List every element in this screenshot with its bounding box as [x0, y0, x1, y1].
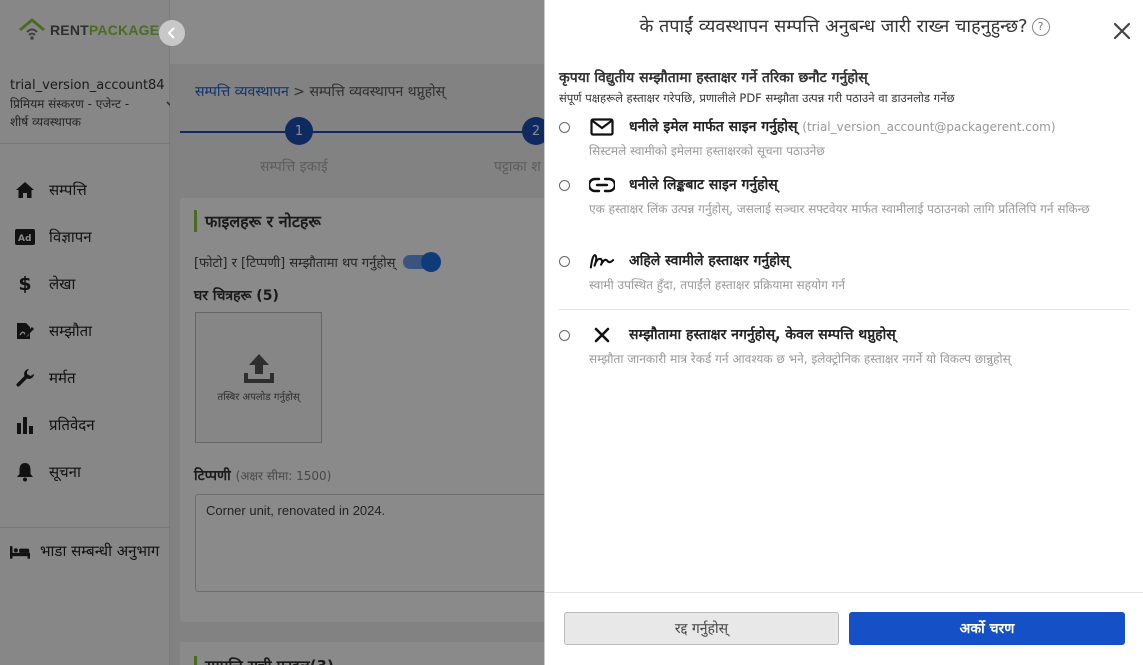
- radio-sign-by-link[interactable]: [559, 180, 570, 191]
- x-icon: [589, 325, 615, 345]
- option-email-title-text: धनीले इमेल मार्फत साइन गर्नुहोस्: [629, 119, 798, 135]
- cancel-button[interactable]: रद्द गर्नुहोस्: [564, 612, 839, 645]
- sign-method-heading: कृपया विद्युतीय सम्झौतामा हस्ताक्षर गर्न…: [559, 70, 868, 86]
- option-link-title: धनीले लिङ्कबाट साइन गर्नुहोस्: [629, 177, 778, 193]
- option-email-title: धनीले इमेल मार्फत साइन गर्नुहोस् (trial_…: [629, 117, 1056, 136]
- modal-title-text: के तपाईं व्यवस्थापन सम्पत्ति अनुबन्ध जार…: [639, 16, 1028, 37]
- close-button[interactable]: [1111, 20, 1133, 42]
- next-step-button[interactable]: अर्को चरण: [849, 612, 1125, 645]
- radio-sign-now[interactable]: [559, 256, 570, 267]
- help-icon[interactable]: ?: [1031, 17, 1050, 36]
- signature-icon: [589, 251, 615, 271]
- option-link-desc: एक हस्ताक्षर लिंक उत्पन्न गर्नुहोस्, जसल…: [589, 202, 1090, 216]
- chevron-left-icon: [167, 27, 175, 39]
- sign-method-modal: के तपाईं व्यवस्थापन सम्पत्ति अनुबन्ध जार…: [544, 0, 1143, 665]
- option-no-signature-title: सम्झौतामा हस्ताक्षर नगर्नुहोस्, केवल सम्…: [629, 327, 896, 343]
- option-email-desc: सिस्टमले स्वामीको इमेलमा हस्ताक्षरको सूच…: [589, 144, 825, 158]
- option-email-address: (trial_version_account@packagerent.com): [802, 120, 1056, 134]
- options-divider: [559, 309, 1129, 310]
- envelope-icon: [589, 117, 615, 137]
- option-no-signature-desc: सम्झौता जानकारी मात्र रेकर्ड गर्न आवश्यक…: [589, 352, 1011, 366]
- collapse-sidebar-button[interactable]: [159, 20, 185, 46]
- close-icon: [1113, 22, 1131, 40]
- sign-method-subtext: संपूर्ण पक्षहरूले हस्ताक्षर गरेपछि, प्रण…: [559, 91, 955, 105]
- option-sign-now-title: अहिले स्वामीले हस्ताक्षर गर्नुहोस्: [629, 253, 790, 269]
- modal-title: के तपाईं व्यवस्थापन सम्पत्ति अनुबन्ध जार…: [545, 14, 1143, 38]
- radio-sign-by-email[interactable]: [559, 122, 570, 133]
- modal-footer-divider: [545, 592, 1143, 593]
- radio-no-signature[interactable]: [559, 330, 570, 341]
- option-sign-now-desc: स्वामी उपस्थित हुँदा, तपाईंले हस्ताक्षर …: [589, 278, 846, 292]
- link-icon: [589, 175, 615, 195]
